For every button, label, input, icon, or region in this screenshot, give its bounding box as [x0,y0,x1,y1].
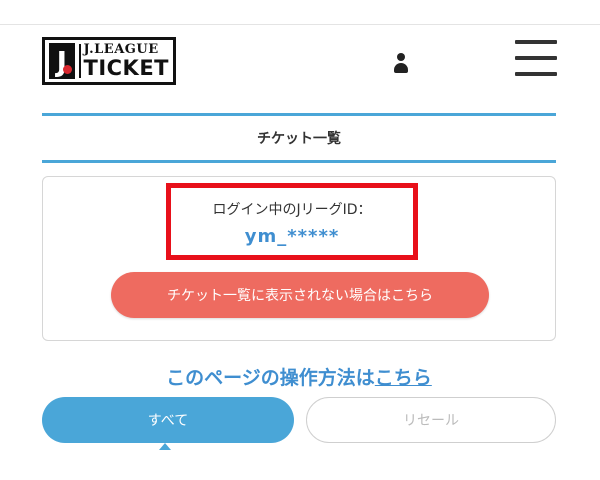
ticket-not-shown-help-button[interactable]: チケット一覧に表示されない場合はこちら [111,272,489,318]
jleague-ticket-logo[interactable]: J J.LEAGUE TICKET [42,37,176,85]
logo-wordmark: J.LEAGUE TICKET [84,43,170,79]
hamburger-menu-icon[interactable] [515,40,557,88]
logo-top-text: J.LEAGUE [83,42,159,57]
menu-bar [515,40,557,44]
tab-all[interactable]: すべて [42,397,294,443]
active-tab-caret-icon [159,443,171,450]
logo-separator [78,44,81,78]
user-icon-body [394,63,408,73]
section-bottom-rule [42,160,556,163]
usage-guide-text: このページの操作方法は [166,367,375,389]
login-id-value: ym_***** [244,226,340,247]
user-icon-head [397,53,405,61]
menu-bar [515,56,557,60]
menu-bar [515,72,557,76]
logo-bottom-text: TICKET [83,56,169,80]
login-id-highlight [166,183,418,260]
login-id-label: ログイン中のJリーグID： [212,202,372,218]
logo-red-dot [62,65,72,74]
usage-guide-link[interactable]: こちら [375,367,432,389]
tab-resale[interactable]: リセール [306,397,556,443]
jleague-emblem-icon: J [49,43,75,79]
page: J J.LEAGUE TICKET チケット一覧 ログイン中のJリーグID： y… [0,0,600,480]
top-divider [0,24,600,25]
page-title: チケット一覧 [257,131,341,147]
usage-guide: このページの操作方法はこちら [42,363,556,390]
user-icon[interactable] [393,53,409,75]
